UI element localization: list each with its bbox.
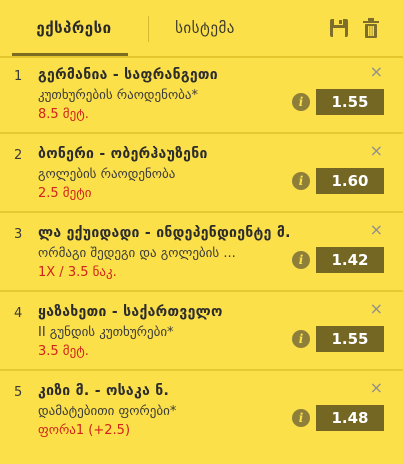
info-icon[interactable]: i (292, 251, 310, 269)
close-icon[interactable]: × (370, 222, 383, 238)
divider (0, 290, 403, 292)
bet-pick: 8.5 მეტ. (38, 107, 89, 122)
close-icon[interactable]: × (370, 64, 383, 80)
divider (0, 132, 403, 134)
bet-item: 4 ყაზახეთი - საქართველო II გუნდის კუთხურ… (0, 295, 403, 371)
bet-match-title: ბონერი - ობერჰაუზენი (38, 146, 208, 162)
bet-pick: 1X / 3.5 ნაკ. (38, 265, 117, 280)
divider (0, 211, 403, 213)
tab-system[interactable]: სისტემა (150, 0, 260, 56)
odds-button[interactable]: 1.60 (316, 168, 384, 194)
close-icon[interactable]: × (370, 380, 383, 396)
bet-market: კუთხურების რაოდენობა* (38, 88, 198, 103)
info-icon[interactable]: i (292, 409, 310, 427)
bet-number: 1 (14, 69, 23, 84)
close-icon[interactable]: × (370, 143, 383, 159)
betslip-tabs: ექსპრესი სისტემა (0, 0, 403, 58)
divider (0, 369, 403, 371)
bet-item: 1 გერმანია - საფრანგეთი კუთხურების რაოდე… (0, 58, 403, 134)
bet-number: 4 (14, 306, 23, 321)
bet-market: II გუნდის კუთხურები* (38, 325, 174, 340)
betslip-panel: ექსპრესი სისტემა 1 გერმანია - საფრანგეთი… (0, 0, 403, 464)
odds-button[interactable]: 1.48 (316, 405, 384, 431)
close-icon[interactable]: × (370, 301, 383, 317)
info-icon[interactable]: i (292, 93, 310, 111)
bet-item: 5 კიზი მ. - ოსაკა ნ. დამატებითი ფორები* … (0, 374, 403, 450)
bet-market: ორმაგი შედეგი და გოლების ... (38, 246, 236, 261)
bet-match-title: ლა ექუიდადი - ინდეპენდიენტე მ. (38, 225, 291, 241)
odds-button[interactable]: 1.55 (316, 326, 384, 352)
bet-number: 2 (14, 148, 23, 163)
bet-pick: 2.5 მეტი (38, 186, 92, 201)
bet-match-title: გერმანია - საფრანგეთი (38, 67, 218, 83)
bet-number: 3 (14, 227, 23, 242)
tab-separator (148, 16, 149, 42)
info-icon[interactable]: i (292, 330, 310, 348)
trash-icon[interactable] (360, 16, 382, 40)
bet-match-title: კიზი მ. - ოსაკა ნ. (38, 383, 170, 399)
bet-market: დამატებითი ფორები* (38, 404, 177, 419)
bet-pick: 3.5 მეტ. (38, 344, 89, 359)
bet-number: 5 (14, 385, 23, 400)
odds-button[interactable]: 1.55 (316, 89, 384, 115)
bet-match-title: ყაზახეთი - საქართველო (38, 304, 223, 320)
bet-market: გოლების რაოდენობა (38, 167, 176, 182)
bet-item: 3 ლა ექუიდადი - ინდეპენდიენტე მ. ორმაგი … (0, 216, 403, 292)
tab-express[interactable]: ექსპრესი (0, 0, 148, 56)
odds-button[interactable]: 1.42 (316, 247, 384, 273)
save-icon[interactable] (328, 16, 350, 40)
info-icon[interactable]: i (292, 172, 310, 190)
bet-item: 2 ბონერი - ობერჰაუზენი გოლების რაოდენობა… (0, 137, 403, 213)
bet-pick: ფორა1 (+2.5) (38, 423, 131, 438)
